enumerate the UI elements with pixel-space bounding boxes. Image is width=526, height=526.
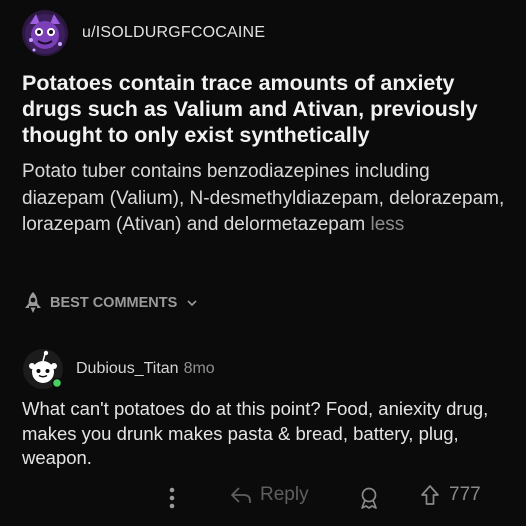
comment-body: What can't potatoes do at this point? Fo… [22, 398, 489, 468]
post-body-text: Potato tuber contains benzodiazepines in… [22, 161, 505, 235]
comment-author[interactable]: Dubious_Titan [76, 360, 179, 377]
chevron-down-icon [187, 300, 197, 307]
author-avatar[interactable] [22, 10, 68, 56]
comment-age: 8mo [183, 360, 215, 377]
award-icon[interactable] [357, 486, 381, 510]
upvote-button[interactable]: 777 [420, 484, 481, 506]
post-author[interactable]: u/ISOLDURGFCOCAINE [82, 24, 265, 42]
vote-score: 777 [449, 484, 481, 505]
post-title: Potatoes contain trace amounts of anxiet… [22, 71, 478, 147]
commenter-avatar[interactable] [22, 348, 64, 390]
comment-sort-button[interactable]: BEST COMMENTS [22, 291, 198, 315]
comment-header: Dubious_Titan 8mo [22, 348, 215, 390]
post-body: Potato tuber contains benzodiazepines in… [22, 159, 512, 239]
reply-label: Reply [260, 484, 309, 505]
show-less-link[interactable]: less [371, 214, 405, 235]
comment-actions: Reply 777 [0, 484, 526, 514]
upvote-arrow-icon [421, 485, 439, 505]
more-options-icon[interactable] [168, 486, 176, 510]
reply-button[interactable]: Reply [230, 484, 309, 506]
rocket-icon [25, 292, 41, 313]
reply-icon [231, 487, 251, 503]
comment-sort-label: BEST COMMENTS [50, 295, 178, 311]
post-header: u/ISOLDURGFCOCAINE [22, 10, 265, 56]
